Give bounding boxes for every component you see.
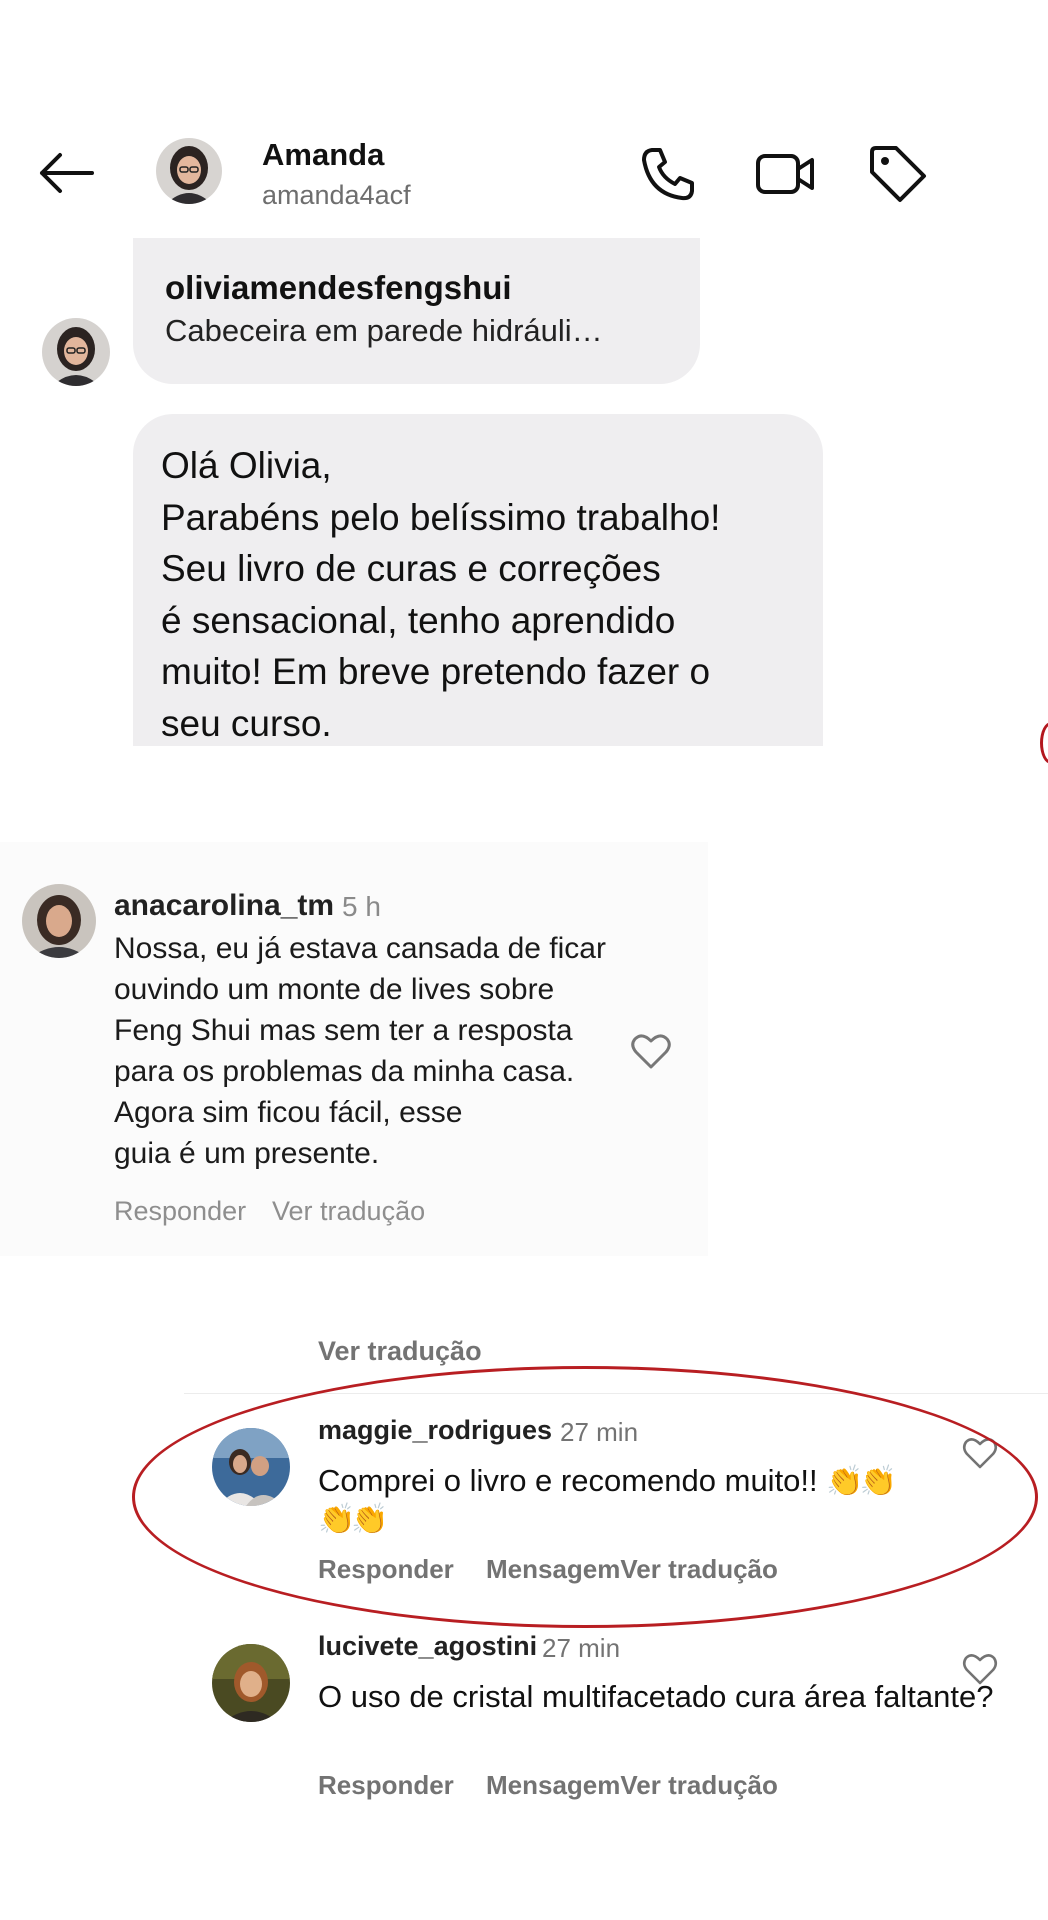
comment-username: anacarolina_tm: [114, 889, 335, 922]
contact-username: amanda4acf: [262, 180, 411, 210]
contact-name: Amanda: [262, 137, 385, 172]
call-button[interactable]: [636, 142, 700, 206]
contact-avatar[interactable]: [156, 138, 222, 204]
shared-post-caption: Cabeceira em parede hidráuli…: [165, 313, 603, 348]
reply-button[interactable]: Responder: [318, 1770, 454, 1801]
heart-icon: [962, 1654, 998, 1685]
video-camera-icon: [756, 154, 814, 194]
back-button[interactable]: [36, 148, 96, 198]
highlight-circle: [132, 1366, 1038, 1628]
lucivete-avatar[interactable]: [212, 1644, 290, 1722]
video-call-button[interactable]: [754, 142, 818, 206]
translate-label: Ver tradução: [272, 1196, 426, 1226]
comment-text: O uso de cristal multifacetado cura área…: [318, 1679, 994, 1714]
edge-mark: [1040, 722, 1048, 764]
anacarolina-avatar: [22, 884, 96, 958]
back-arrow-icon: [40, 153, 94, 193]
tag-button[interactable]: [866, 142, 930, 206]
comment-username[interactable]: lucivete_agostini: [318, 1631, 537, 1662]
message-translate-links[interactable]: MensagemVer tradução: [486, 1770, 778, 1801]
comment-time: 5 h: [342, 891, 381, 922]
shared-post-account: oliviamendesfengshui: [165, 269, 512, 306]
sender-avatar[interactable]: [42, 318, 110, 386]
comment-text: Nossa, eu já estava cansada de ficar ouv…: [114, 932, 606, 1170]
comment-time: 27 min: [542, 1633, 621, 1663]
phone-icon: [642, 148, 694, 201]
like-button[interactable]: [962, 1652, 998, 1686]
tag-icon: [870, 146, 926, 202]
heart-icon: [630, 1032, 672, 1070]
reply-label: Responder: [114, 1196, 247, 1226]
message-text: Olá Olivia, Parabéns pelo belíssimo trab…: [161, 445, 721, 744]
shared-post-bubble[interactable]: [133, 238, 700, 384]
see-translation-link[interactable]: Ver tradução: [318, 1336, 482, 1367]
